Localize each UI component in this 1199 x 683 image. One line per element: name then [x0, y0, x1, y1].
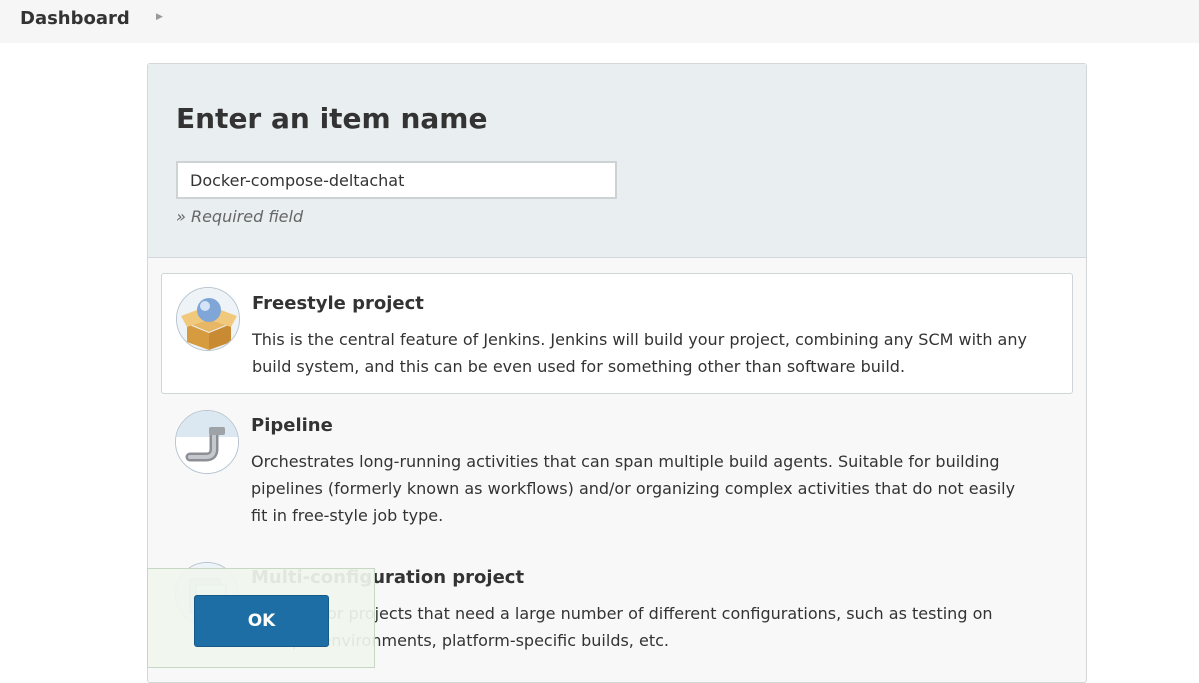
breadcrumb-dashboard-link[interactable]: Dashboard [20, 8, 130, 29]
item-type-freestyle[interactable]: Freestyle project This is the central fe… [161, 273, 1073, 394]
item-name-input[interactable] [176, 161, 617, 199]
required-field-hint: » Required field [176, 207, 304, 226]
freestyle-package-icon [176, 287, 240, 351]
item-type-name: Pipeline [251, 415, 333, 436]
item-type-description: This is the central feature of Jenkins. … [252, 330, 1027, 376]
pipeline-pipe-icon [175, 410, 239, 474]
breadcrumb-bar: Dashboard ▶ [0, 0, 1199, 43]
item-type-name: Freestyle project [252, 293, 424, 314]
page-title: Enter an item name [176, 102, 488, 135]
ok-button[interactable]: OK [194, 595, 329, 647]
breadcrumb-chevron-icon[interactable]: ▶ [156, 12, 163, 22]
item-type-pipeline[interactable]: Pipeline Orchestrates long-running activ… [161, 408, 1073, 544]
item-name-section: Enter an item name » Required field [148, 64, 1086, 258]
item-type-description: Orchestrates long-running activities tha… [251, 452, 1016, 525]
